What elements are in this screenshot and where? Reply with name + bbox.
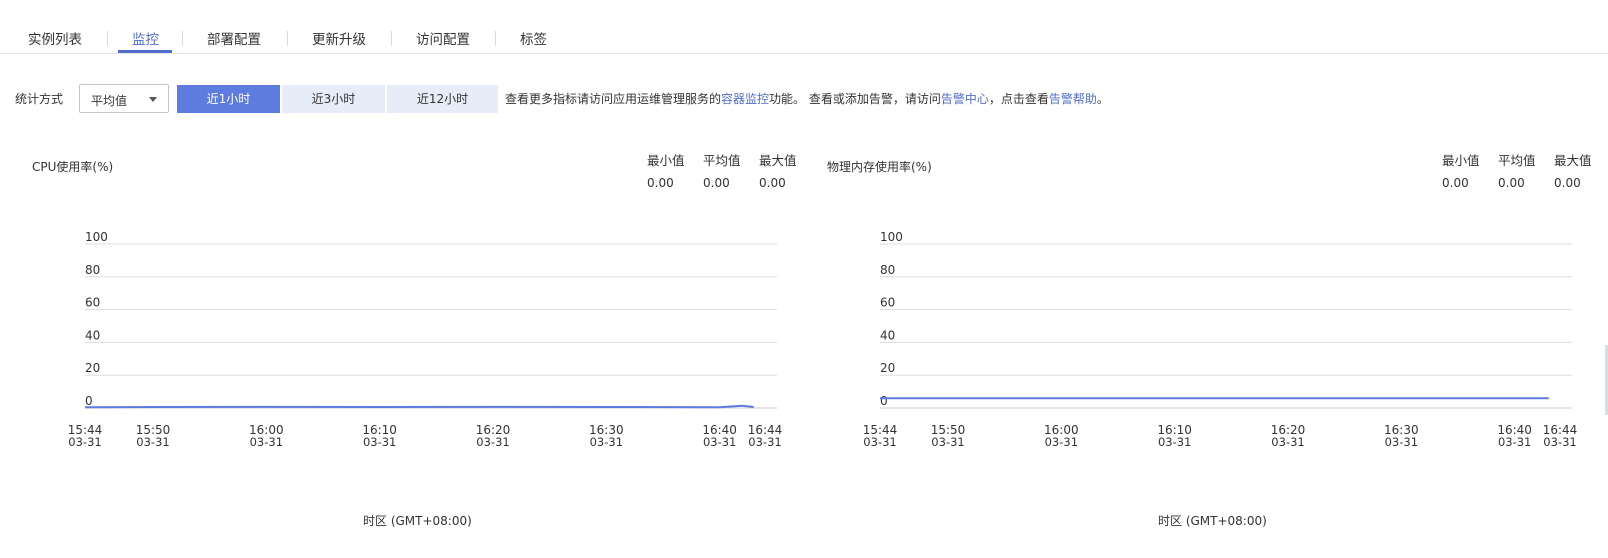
cpu-max-value: 0.00	[759, 176, 786, 190]
tab-instance-list[interactable]: 实例列表	[28, 28, 82, 48]
cpu-min-label: 最小值	[647, 153, 685, 168]
info-text-part: ，点击查看	[988, 92, 1049, 106]
tab-tags[interactable]: 标签	[520, 28, 547, 48]
y-tick-label: 0	[880, 394, 888, 408]
x-tick-date-label: 03-31	[476, 435, 509, 449]
range-12h-button[interactable]: 近12小时	[387, 85, 498, 113]
info-text-part: 查看更多指标请访问应用运维管理服务的	[505, 92, 722, 106]
y-tick-label: 100	[880, 230, 903, 244]
tab-deploy-config[interactable]: 部署配置	[207, 28, 261, 48]
x-tick-date-label: 03-31	[748, 435, 781, 449]
info-text-part: 。	[1096, 92, 1109, 106]
tab-divider	[495, 31, 496, 46]
tab-upgrade[interactable]: 更新升级	[312, 28, 366, 48]
y-tick-label: 40	[880, 328, 895, 342]
x-tick-date-label: 03-31	[703, 435, 736, 449]
tab-access-config[interactable]: 访问配置	[416, 28, 470, 48]
y-tick-label: 40	[85, 328, 100, 342]
tab-divider	[182, 31, 183, 46]
tab-divider	[287, 31, 288, 46]
cpu-avg-value: 0.00	[703, 176, 730, 190]
info-text-part: 功能。 查看或添加告警，请访问	[769, 92, 941, 106]
y-tick-label: 0	[85, 394, 93, 408]
memory-panel-title: 物理内存使用率(%)	[827, 160, 932, 174]
memory-avg-label: 平均值	[1498, 153, 1536, 168]
y-tick-label: 20	[85, 361, 100, 375]
x-tick-date-label: 03-31	[363, 435, 396, 449]
range-1h-button[interactable]: 近1小时	[177, 85, 280, 113]
range-3h-button[interactable]: 近3小时	[282, 85, 385, 113]
memory-max-label: 最大值	[1554, 153, 1592, 168]
y-tick-label: 20	[880, 361, 895, 375]
stat-method-select[interactable]: 平均值	[79, 84, 169, 113]
x-tick-date-label: 03-31	[863, 435, 896, 449]
series-line	[84, 404, 754, 409]
tab-divider	[107, 31, 108, 46]
container-monitoring-link[interactable]: 容器监控	[721, 92, 769, 106]
x-tick-date-label: 03-31	[1498, 435, 1531, 449]
cpu-chart: 0 20 40 60 80 100 15:44 03-31 15:50 03-31 16:00 03-…	[55, 225, 855, 525]
tab-divider	[391, 31, 392, 46]
cpu-chart-svg: 02040608010015:4403-3115:5003-3116:0003-…	[68, 230, 783, 449]
y-tick-label: 80	[85, 263, 100, 277]
tab-monitoring[interactable]: 监控	[132, 28, 159, 48]
memory-avg-value: 0.00	[1498, 176, 1525, 190]
stat-method-label: 统计方式	[15, 92, 64, 106]
x-tick-date-label: 03-31	[1385, 435, 1418, 449]
tab-bar: 实例列表 监控 部署配置 更新升级 访问配置 标签	[0, 0, 1608, 54]
stat-method-value: 平均值	[91, 94, 128, 108]
y-tick-label: 60	[85, 296, 100, 310]
memory-timezone-label: 时区 (GMT+08:00)	[1158, 514, 1267, 528]
x-tick-date-label: 03-31	[590, 435, 623, 449]
x-tick-date-label: 03-31	[1045, 435, 1078, 449]
cpu-panel-title: CPU使用率(%)	[32, 160, 114, 174]
x-tick-date-label: 03-31	[68, 435, 101, 449]
x-tick-date-label: 03-31	[136, 435, 169, 449]
y-tick-label: 100	[85, 230, 108, 244]
x-tick-date-label: 03-31	[1543, 435, 1576, 449]
x-tick-date-label: 03-31	[1158, 435, 1191, 449]
cpu-min-value: 0.00	[647, 176, 674, 190]
x-tick-date-label: 03-31	[1271, 435, 1304, 449]
memory-min-label: 最小值	[1442, 153, 1480, 168]
memory-max-value: 0.00	[1554, 176, 1581, 190]
memory-chart: 0 20 40 60 80 100 15:44 03-31 15:50 03-31 16:00 03-…	[850, 225, 1608, 525]
caret-down-icon	[149, 97, 157, 102]
x-tick-date-label: 03-31	[250, 435, 283, 449]
alarm-help-link[interactable]: 告警帮助	[1049, 92, 1097, 106]
memory-chart-svg: 02040608010015:4403-3115:5003-3116:0003-…	[863, 230, 1578, 449]
cpu-timezone-label: 时区 (GMT+08:00)	[363, 514, 472, 528]
active-tab-indicator	[118, 50, 172, 53]
x-tick-date-label: 03-31	[931, 435, 964, 449]
info-text: 查看更多指标请访问应用运维管理服务的容器监控功能。 查看或添加告警，请访问告警中…	[505, 90, 1109, 107]
memory-min-value: 0.00	[1442, 176, 1469, 190]
y-tick-label: 80	[880, 263, 895, 277]
cpu-max-label: 最大值	[759, 153, 797, 168]
cpu-avg-label: 平均值	[703, 153, 741, 168]
y-tick-label: 60	[880, 296, 895, 310]
alarm-center-link[interactable]: 告警中心	[941, 92, 989, 106]
